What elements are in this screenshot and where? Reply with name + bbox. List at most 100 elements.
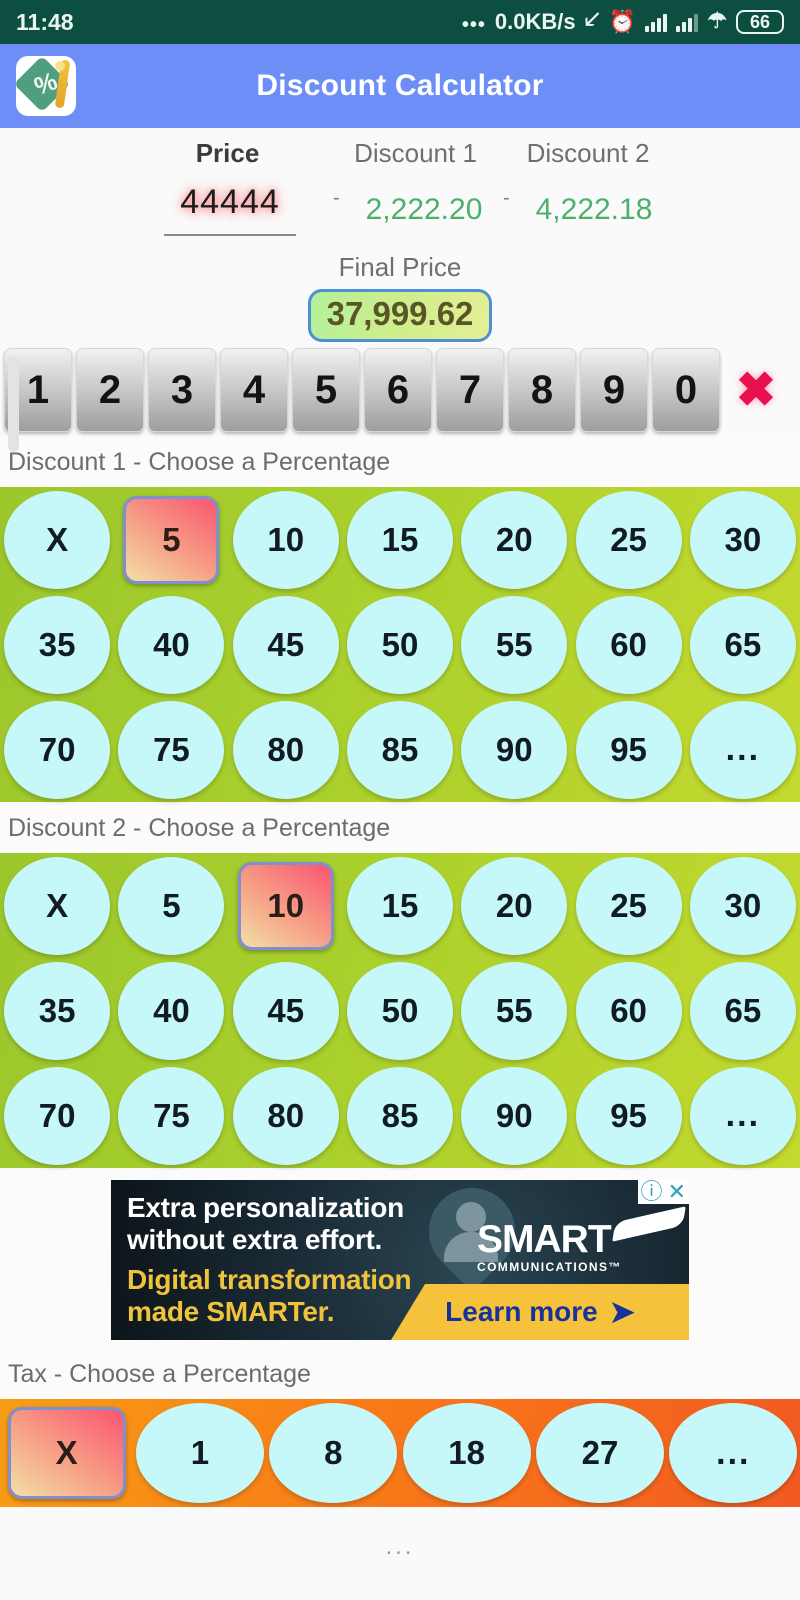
key-2[interactable]: 2: [76, 348, 144, 432]
discount2-option-60[interactable]: 60: [575, 961, 682, 1060]
discount1-option-x[interactable]: X: [4, 490, 111, 589]
discount1-option-40[interactable]: 40: [118, 595, 225, 694]
discount1-option-5[interactable]: 5: [123, 495, 220, 584]
discount2-option-10[interactable]: 10: [237, 861, 334, 950]
discount1-option-35[interactable]: 35: [4, 595, 111, 694]
discount1-option-80[interactable]: 80: [232, 700, 339, 799]
discount2-option-40[interactable]: 40: [118, 961, 225, 1060]
discount1-option-50[interactable]: 50: [346, 595, 453, 694]
discount2-cell: ...: [686, 1063, 800, 1168]
key-6[interactable]: 6: [364, 348, 432, 432]
discount2-option-35[interactable]: 35: [4, 961, 111, 1060]
tax-option-more[interactable]: ...: [669, 1403, 798, 1503]
ad-area: Extra personalization without extra effo…: [0, 1168, 800, 1348]
discount2-option-x[interactable]: X: [4, 856, 111, 955]
page-title: Discount Calculator: [256, 69, 544, 102]
discount2-cell: X: [0, 853, 114, 958]
discount2-option-20[interactable]: 20: [461, 856, 568, 955]
discount2-cell: 5: [114, 853, 228, 958]
ad-cta-button[interactable]: Learn more ➤: [391, 1284, 689, 1340]
discount2-option-50[interactable]: 50: [346, 961, 453, 1060]
discount2-cell: 90: [457, 1063, 571, 1168]
discount1-option-30[interactable]: 30: [689, 490, 796, 589]
discount2-option-25[interactable]: 25: [575, 856, 682, 955]
discount2-option-95[interactable]: 95: [575, 1066, 682, 1165]
key-8[interactable]: 8: [508, 348, 576, 432]
discount2-option-30[interactable]: 30: [689, 856, 796, 955]
tax-option-x[interactable]: X: [7, 1407, 126, 1499]
app-bar: % Discount Calculator: [0, 44, 800, 128]
ad-brand-name: SMART: [477, 1218, 612, 1261]
discount1-option-20[interactable]: 20: [461, 490, 568, 589]
discount1-option-90[interactable]: 90: [461, 700, 568, 799]
discount1-cell: 80: [229, 697, 343, 802]
tax-option-27[interactable]: 27: [535, 1403, 664, 1503]
discount1-option-85[interactable]: 85: [346, 700, 453, 799]
discount2-cell: 80: [229, 1063, 343, 1168]
discount1-cell: 15: [343, 487, 457, 592]
discount2-option-more[interactable]: ...: [689, 1066, 796, 1165]
discount2-option-65[interactable]: 65: [689, 961, 796, 1060]
final-price-label: Final Price: [338, 252, 462, 282]
info-icon[interactable]: ⓘ: [641, 1181, 663, 1203]
key-4[interactable]: 4: [220, 348, 288, 432]
ad-banner[interactable]: Extra personalization without extra effo…: [111, 1180, 689, 1340]
discount1-option-25[interactable]: 25: [575, 490, 682, 589]
discount1-option-75[interactable]: 75: [118, 700, 225, 799]
discount2-option-80[interactable]: 80: [232, 1066, 339, 1165]
tax-cell: 1: [133, 1399, 266, 1507]
vertical-scrollbar[interactable]: [8, 356, 19, 452]
discount2-option-85[interactable]: 85: [346, 1066, 453, 1165]
discount1-option-55[interactable]: 55: [461, 595, 568, 694]
tax-option-18[interactable]: 18: [402, 1403, 531, 1503]
discount1-value: 2,222.20: [365, 192, 483, 226]
discount2-option-90[interactable]: 90: [461, 1066, 568, 1165]
discount1-option-70[interactable]: 70: [4, 700, 111, 799]
tax-cell: X: [0, 1399, 133, 1507]
signal-bars-icon-1: [645, 13, 668, 32]
key-0[interactable]: 0: [652, 348, 720, 432]
discount1-section-label: Discount 1 - Choose a Percentage: [0, 436, 800, 487]
discount2-cell: 15: [343, 853, 457, 958]
discount1-cell: 90: [457, 697, 571, 802]
discount2-cell: 40: [114, 958, 228, 1063]
discount2-option-45[interactable]: 45: [232, 961, 339, 1060]
ad-brand-sub: COMMUNICATIONS™: [477, 1260, 622, 1274]
discount1-option-more[interactable]: ...: [689, 700, 796, 799]
tax-cell: ...: [667, 1399, 800, 1507]
discount2-option-70[interactable]: 70: [4, 1066, 111, 1165]
discount1-cell: ...: [686, 697, 800, 802]
discount2-option-55[interactable]: 55: [461, 961, 568, 1060]
discount1-option-65[interactable]: 65: [689, 595, 796, 694]
discount1-cell: 65: [686, 592, 800, 697]
discount1-option-10[interactable]: 10: [232, 490, 339, 589]
battery-indicator: 66: [736, 10, 784, 34]
adchoices-controls[interactable]: ⓘ ✕: [637, 1180, 689, 1204]
discount2-cell: 70: [0, 1063, 114, 1168]
discount2-option-15[interactable]: 15: [346, 856, 453, 955]
discount1-option-95[interactable]: 95: [575, 700, 682, 799]
close-icon[interactable]: ✕: [668, 1181, 686, 1203]
discount1-cell: 45: [229, 592, 343, 697]
discount2-cell: 30: [686, 853, 800, 958]
discount2-cell: 95: [571, 1063, 685, 1168]
key-3[interactable]: 3: [148, 348, 216, 432]
key-9[interactable]: 9: [580, 348, 648, 432]
discount2-option-5[interactable]: 5: [118, 856, 225, 955]
discount1-option-45[interactable]: 45: [232, 595, 339, 694]
discount2-cell: 75: [114, 1063, 228, 1168]
key-5[interactable]: 5: [292, 348, 360, 432]
tax-option-8[interactable]: 8: [269, 1403, 398, 1503]
numeric-keypad: 1 2 3 4 5 6 7 8 9 0 ✖: [0, 342, 800, 452]
key-7[interactable]: 7: [436, 348, 504, 432]
summary-values: 44444 - 2,222.20 - 4,222.18: [0, 183, 800, 236]
discount2-option-75[interactable]: 75: [118, 1066, 225, 1165]
tax-option-1[interactable]: 1: [135, 1403, 264, 1503]
ad-cta-label: Learn more: [445, 1296, 598, 1327]
discount1-option-15[interactable]: 15: [346, 490, 453, 589]
price-input[interactable]: 44444: [127, 183, 333, 236]
discount1-cell: 35: [0, 592, 114, 697]
clear-icon[interactable]: ✖: [724, 348, 788, 432]
discount1-option-60[interactable]: 60: [575, 595, 682, 694]
discount2-cell: 35: [0, 958, 114, 1063]
